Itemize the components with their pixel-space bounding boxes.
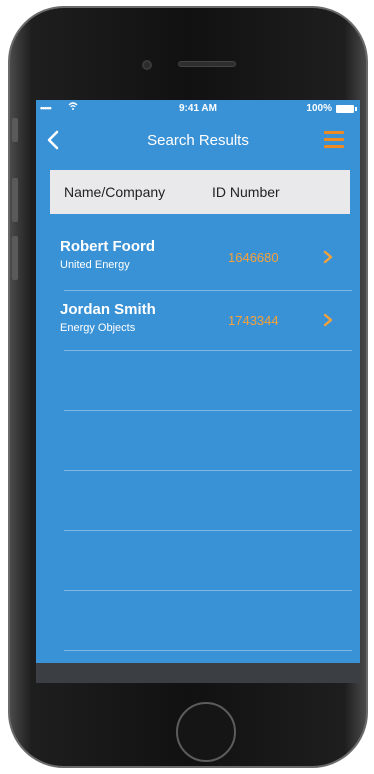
table-header: Name/Company ID Number bbox=[50, 170, 350, 214]
result-id: 1743344 bbox=[228, 313, 279, 328]
volume-down-button bbox=[12, 236, 18, 280]
row-divider bbox=[64, 530, 352, 531]
result-row[interactable]: Robert Foord United Energy 1646680 bbox=[36, 228, 360, 288]
row-divider bbox=[64, 410, 352, 411]
battery-percent: 100% bbox=[306, 103, 332, 114]
navigation-bar: Search Results bbox=[36, 118, 360, 162]
earpiece-speaker bbox=[178, 61, 236, 67]
result-company: United Energy bbox=[60, 259, 130, 271]
app-screen: ••••• 9:41 AM 100% Search Results Name/C… bbox=[36, 100, 360, 680]
front-camera bbox=[142, 60, 152, 70]
column-header-name: Name/Company bbox=[64, 184, 166, 200]
home-button[interactable] bbox=[176, 702, 236, 762]
result-name: Jordan Smith bbox=[60, 301, 156, 318]
status-bar: ••••• 9:41 AM 100% bbox=[36, 100, 360, 118]
result-name: Robert Foord bbox=[60, 238, 155, 255]
screen-bottom-bar bbox=[36, 663, 360, 683]
hamburger-menu-icon[interactable] bbox=[324, 131, 344, 149]
row-divider bbox=[64, 590, 352, 591]
volume-up-button bbox=[12, 178, 18, 222]
mute-switch bbox=[12, 118, 18, 142]
result-row[interactable]: Jordan Smith Energy Objects 1743344 bbox=[36, 291, 360, 351]
row-divider bbox=[64, 470, 352, 471]
row-divider bbox=[64, 650, 352, 651]
column-header-id: ID Number bbox=[212, 184, 280, 200]
result-id: 1646680 bbox=[228, 250, 279, 265]
page-title: Search Results bbox=[147, 132, 249, 149]
battery-icon bbox=[336, 105, 357, 113]
chevron-right-icon bbox=[321, 248, 335, 266]
chevron-right-icon bbox=[321, 311, 335, 329]
result-company: Energy Objects bbox=[60, 322, 136, 334]
row-divider bbox=[64, 350, 352, 351]
